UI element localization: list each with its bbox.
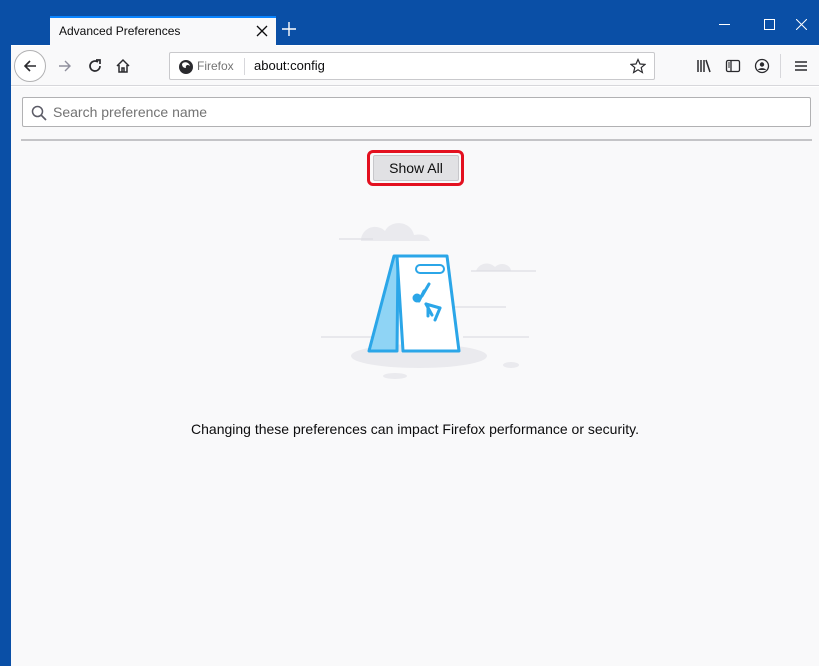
maximize-icon[interactable] [751,12,787,36]
toolbar-separator [780,54,781,78]
tab-title: Advanced Preferences [59,24,181,38]
search-icon [31,105,47,121]
warning-sign-illustration [321,223,536,379]
url-separator [244,58,245,75]
navigation-toolbar: Firefox about:config [11,46,819,86]
firefox-icon[interactable] [178,59,194,75]
identity-label: Firefox [197,59,234,73]
tab-advanced-preferences[interactable]: Advanced Preferences [50,16,276,46]
window-frame-left [0,0,11,666]
bookmark-star-icon[interactable] [628,56,648,76]
plus-icon[interactable] [275,15,303,43]
show-all-button[interactable]: Show All [373,155,459,181]
close-icon[interactable] [783,12,819,36]
divider [21,139,812,141]
url-text[interactable]: about:config [254,58,325,73]
search-box[interactable] [22,97,811,127]
back-arrow-icon[interactable] [14,50,46,82]
account-icon[interactable] [749,53,775,79]
reload-icon[interactable] [82,53,108,79]
config-page: Show All [11,87,819,666]
browser-window: Advanced Preferences Firefox about:confi… [0,0,819,666]
search-input[interactable] [53,102,793,122]
forward-arrow-icon[interactable] [52,53,78,79]
sidebar-icon[interactable] [720,53,746,79]
menu-icon[interactable] [788,53,814,79]
url-bar[interactable]: Firefox about:config [169,52,655,80]
minimize-icon[interactable] [706,12,742,36]
home-icon[interactable] [110,53,136,79]
close-icon[interactable] [252,21,272,41]
title-bar: Advanced Preferences [11,0,819,46]
warning-message: Changing these preferences can impact Fi… [191,421,639,437]
library-icon[interactable] [691,53,717,79]
